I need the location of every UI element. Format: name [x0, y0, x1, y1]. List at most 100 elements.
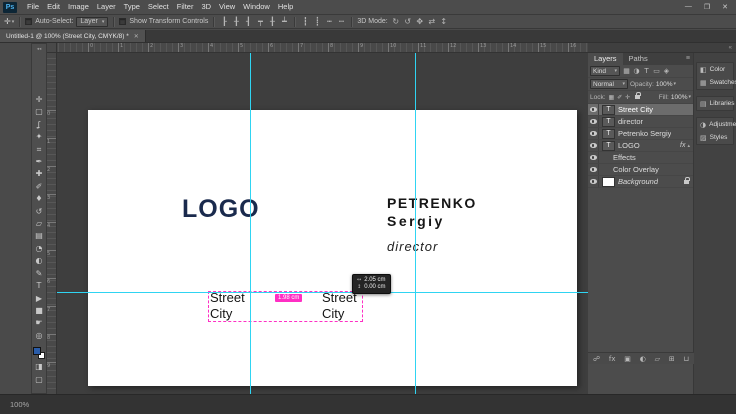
- link-layers-icon[interactable]: ☍: [593, 355, 600, 363]
- restore-button[interactable]: ❐: [704, 3, 710, 11]
- eyedropper-tool[interactable]: ✒: [36, 156, 43, 168]
- layer-row-background[interactable]: Background: [588, 176, 693, 188]
- auto-select-target-dropdown[interactable]: Layer ▾: [76, 16, 109, 27]
- menu-filter[interactable]: Filter: [173, 0, 198, 14]
- quick-selection-tool[interactable]: ✦: [36, 131, 43, 143]
- clone-stamp-tool[interactable]: ♦: [35, 193, 42, 205]
- visibility-toggle[interactable]: [588, 164, 599, 175]
- gradient-tool[interactable]: ▤: [35, 230, 43, 242]
- tab-paths[interactable]: Paths: [623, 53, 654, 65]
- dodge-tool[interactable]: ◐: [36, 255, 43, 267]
- align-horizontal-centers-icon[interactable]: ╂: [231, 17, 241, 26]
- filter-type-layers-icon[interactable]: T: [642, 67, 651, 75]
- new-layer-icon[interactable]: ⊞: [669, 355, 675, 363]
- panel-swatches[interactable]: ▦ Swatches: [697, 76, 736, 89]
- visibility-toggle[interactable]: [588, 152, 599, 163]
- logo-text[interactable]: LOGO: [182, 195, 260, 224]
- canvas-viewport[interactable]: LOGO PETRENKO Sergiy director Street Cit…: [57, 53, 588, 394]
- auto-select-checkbox[interactable]: [25, 18, 33, 25]
- role-text[interactable]: director: [387, 239, 438, 254]
- show-transform-checkbox[interactable]: [119, 18, 127, 25]
- 3d-roll-icon[interactable]: ↺: [403, 17, 413, 26]
- tab-layers[interactable]: Layers: [588, 53, 623, 65]
- layer-row-logo[interactable]: T LOGO fx ▴: [588, 140, 693, 152]
- align-bottom-edges-icon[interactable]: ┷: [279, 17, 289, 26]
- layer-fx-badge[interactable]: fx: [680, 142, 685, 149]
- menu-layer[interactable]: Layer: [93, 0, 120, 14]
- 3d-drag-icon[interactable]: ✥: [415, 17, 425, 26]
- lock-transparent-pixels-icon[interactable]: ▦: [609, 94, 615, 101]
- visibility-toggle[interactable]: [588, 116, 599, 127]
- layer-row-director[interactable]: Tdirector: [588, 116, 693, 128]
- filter-smart-objects-icon[interactable]: ◈: [662, 67, 671, 75]
- menu-3d[interactable]: 3D: [197, 0, 215, 14]
- path-selection-tool[interactable]: ▶: [36, 293, 42, 305]
- filter-kind-dropdown[interactable]: Kind ▾: [590, 66, 620, 76]
- layer-row-street-city[interactable]: T Street City: [588, 104, 693, 116]
- menu-view[interactable]: View: [215, 0, 239, 14]
- align-right-edges-icon[interactable]: ┨: [243, 17, 253, 26]
- panel-color[interactable]: ◧ Color: [697, 63, 733, 76]
- foreground-color-swatch[interactable]: [33, 347, 41, 356]
- delete-layer-icon[interactable]: ⊔: [683, 355, 688, 363]
- current-tool-icon[interactable]: ✛ ▾: [4, 17, 14, 26]
- eraser-tool[interactable]: ▱: [36, 218, 42, 230]
- rectangle-tool[interactable]: ■: [35, 305, 43, 317]
- layer-mask-icon[interactable]: ▣: [624, 355, 631, 363]
- align-top-edges-icon[interactable]: ┯: [255, 17, 265, 26]
- document-canvas[interactable]: LOGO PETRENKO Sergiy director Street Cit…: [88, 110, 577, 386]
- menu-image[interactable]: Image: [64, 0, 93, 14]
- fill-field[interactable]: 100% ▾: [671, 94, 691, 101]
- blur-tool[interactable]: ◔: [36, 243, 43, 255]
- align-left-edges-icon[interactable]: ┠: [219, 17, 229, 26]
- lock-all-icon[interactable]: [635, 92, 641, 99]
- name-text-upper[interactable]: PETRENKO: [387, 195, 477, 211]
- rectangular-marquee-tool[interactable]: ▢: [35, 106, 43, 118]
- collapse-effects-icon[interactable]: ▴: [687, 143, 690, 149]
- distribute-bottom-edges-icon[interactable]: ┅: [324, 17, 334, 26]
- adjustment-layer-icon[interactable]: ◐: [640, 355, 646, 363]
- toolbar-collapse-icon[interactable]: ◂◂: [37, 44, 42, 52]
- menu-select[interactable]: Select: [144, 0, 173, 14]
- menu-edit[interactable]: Edit: [43, 0, 64, 14]
- layer-style-icon[interactable]: fx: [609, 355, 616, 363]
- type-tool[interactable]: T: [37, 280, 42, 292]
- layer-group-icon[interactable]: ▱: [655, 355, 660, 363]
- opacity-field[interactable]: 100% ▾: [656, 81, 676, 88]
- 3d-rotate-icon[interactable]: ↻: [391, 17, 401, 26]
- pen-tool[interactable]: ✎: [36, 268, 43, 280]
- filter-adjustment-layers-icon[interactable]: ◑: [632, 67, 641, 75]
- zoom-level[interactable]: 100%: [10, 400, 29, 409]
- distribute-vertical-centers-icon[interactable]: ┋: [312, 17, 322, 26]
- tab-close-icon[interactable]: ✕: [134, 33, 139, 40]
- ruler-horizontal[interactable]: 0 1 2 3 4 5 6 7 8 9 10 11 12 13 14 15 16: [47, 43, 588, 53]
- visibility-toggle[interactable]: [588, 176, 599, 187]
- distribute-left-edges-icon[interactable]: ┉: [336, 17, 346, 26]
- 3d-scale-icon[interactable]: ↕: [439, 17, 449, 26]
- ruler-origin-corner[interactable]: [47, 43, 57, 53]
- collapse-panels-icon[interactable]: «: [729, 45, 732, 51]
- filter-pixel-layers-icon[interactable]: ▦: [622, 67, 631, 75]
- lock-image-pixels-icon[interactable]: ✐: [617, 94, 622, 101]
- panel-styles[interactable]: ▨ Styles: [697, 131, 733, 144]
- menu-file[interactable]: File: [23, 0, 43, 14]
- ruler-vertical[interactable]: 0 1 2 3 4 5 6 7 8 9: [47, 53, 57, 394]
- panel-libraries[interactable]: ▤ Libraries: [697, 97, 735, 110]
- close-button[interactable]: ✕: [722, 3, 728, 11]
- guide-horizontal-1[interactable]: [57, 292, 588, 293]
- guide-vertical-1[interactable]: [250, 53, 251, 394]
- guide-vertical-2[interactable]: [415, 53, 416, 394]
- panel-adjustments[interactable]: ◑Adjustments: [697, 118, 736, 131]
- menu-window[interactable]: Window: [239, 0, 274, 14]
- document-tab[interactable]: Untitled-1 @ 100% (Street City, CMYK/8) …: [0, 30, 146, 42]
- layer-row-color-overlay[interactable]: Color Overlay: [588, 164, 693, 176]
- visibility-toggle[interactable]: [588, 140, 599, 151]
- align-vertical-centers-icon[interactable]: ╂: [267, 17, 277, 26]
- blend-mode-dropdown[interactable]: Normal ▾: [590, 79, 628, 89]
- menu-help[interactable]: Help: [274, 0, 297, 14]
- hand-tool[interactable]: ☛: [35, 317, 42, 329]
- history-brush-tool[interactable]: ↺: [36, 206, 43, 218]
- edit-in-quick-mask-button[interactable]: ◨: [35, 361, 43, 373]
- lock-position-icon[interactable]: ✛: [625, 94, 630, 101]
- screen-mode-button[interactable]: ▢: [35, 374, 43, 386]
